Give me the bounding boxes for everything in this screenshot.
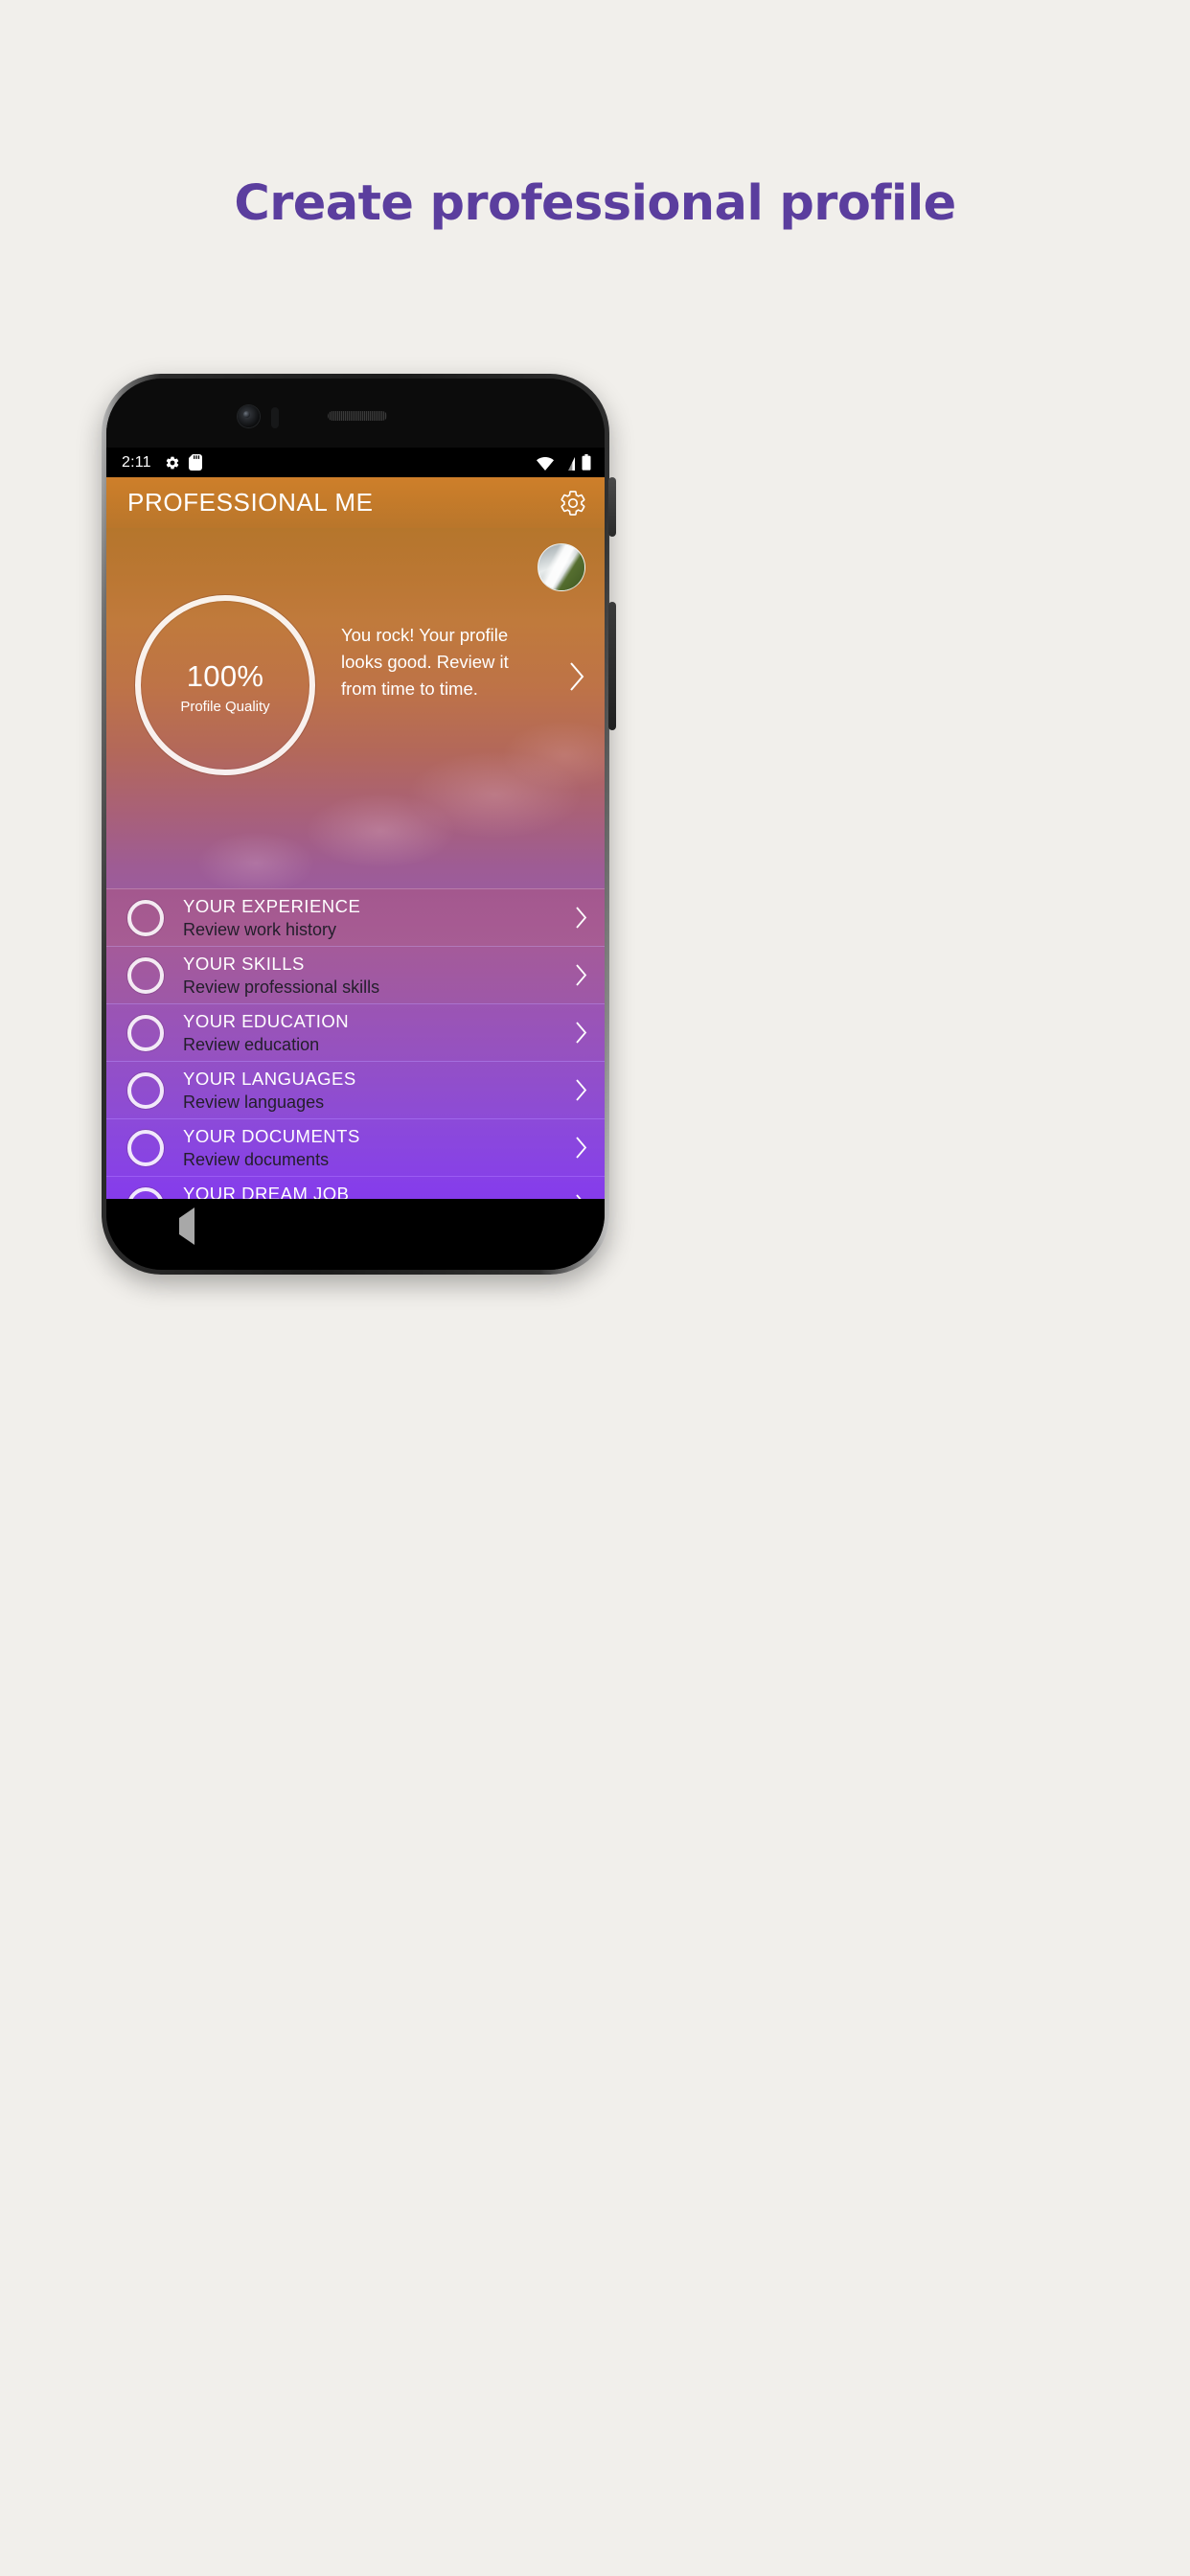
section-status-circle-icon <box>127 1014 164 1051</box>
page-title: Create professional profile <box>234 175 956 232</box>
battery-icon <box>582 454 591 471</box>
status-bar: 2:11 <box>106 448 605 477</box>
android-system-nav <box>106 1199 605 1270</box>
home-icon[interactable] <box>345 1218 366 1239</box>
list-item-title: YOUR EDUCATION <box>183 1010 350 1031</box>
status-bar-clock: 2:11 <box>122 453 151 471</box>
list-item-title: YOUR LANGUAGES <box>183 1068 356 1089</box>
list-item-text: YOUR SKILLS Review professional skills <box>183 953 573 999</box>
chevron-right-icon[interactable] <box>573 1077 589 1103</box>
wifi-icon <box>537 457 554 471</box>
app-bar: PROFESSIONAL ME <box>106 477 605 528</box>
phone-screen: 2:11 PROFESSIONAL ME 100% Profile Qualit… <box>106 448 605 1208</box>
chevron-right-icon[interactable] <box>573 1135 589 1161</box>
recents-icon[interactable] <box>511 1218 532 1239</box>
list-item-subtitle: Review work history <box>183 919 337 939</box>
page-root: Create professional profile 2:11 PROFESS… <box>0 0 1190 2576</box>
phone-top-bezel <box>106 379 605 448</box>
phone-mockup: 2:11 PROFESSIONAL ME 100% Profile Qualit… <box>102 374 616 1275</box>
list-item-subtitle: Review education <box>183 1034 320 1054</box>
signal-icon <box>560 457 576 471</box>
list-item-title: YOUR EXPERIENCE <box>183 895 361 916</box>
profile-hero-panel: 100% Profile Quality You rock! Your prof… <box>106 528 605 888</box>
chevron-right-icon[interactable] <box>573 905 589 931</box>
list-item-text: YOUR EDUCATION Review education <box>183 1010 573 1056</box>
avatar-image <box>538 544 584 590</box>
list-item-title: YOUR SKILLS <box>183 953 305 974</box>
list-item[interactable]: YOUR DOCUMENTS Review documents <box>106 1118 605 1176</box>
avatar[interactable] <box>538 543 585 591</box>
power-button[interactable] <box>608 477 616 537</box>
list-item-text: YOUR DOCUMENTS Review documents <box>183 1125 573 1171</box>
section-status-circle-icon <box>127 1071 164 1109</box>
app-title: PROFESSIONAL ME <box>127 488 374 517</box>
status-bar-system-icons <box>537 454 591 471</box>
chevron-right-icon[interactable] <box>573 1020 589 1046</box>
list-item[interactable]: YOUR EXPERIENCE Review work history <box>106 888 605 946</box>
proximity-sensor-icon <box>271 407 279 428</box>
list-item-text: YOUR EXPERIENCE Review work history <box>183 895 573 941</box>
settings-gear-icon[interactable] <box>559 489 587 518</box>
chevron-right-icon[interactable] <box>566 660 587 693</box>
section-status-circle-icon <box>127 899 164 936</box>
phone-body: 2:11 PROFESSIONAL ME 100% Profile Qualit… <box>106 379 605 1270</box>
earpiece-speaker-icon <box>328 411 387 421</box>
profile-quality-percent: 100% <box>186 659 264 693</box>
list-item-subtitle: Review languages <box>183 1092 325 1112</box>
list-item-subtitle: Review documents <box>183 1149 330 1169</box>
chevron-right-icon[interactable] <box>573 962 589 988</box>
profile-quality-gauge: 100% Profile Quality <box>135 595 315 775</box>
back-icon[interactable] <box>178 1208 200 1245</box>
section-status-circle-icon <box>127 956 164 994</box>
list-item-subtitle: Review professional skills <box>183 977 380 997</box>
list-item-text: YOUR LANGUAGES Review languages <box>183 1068 573 1114</box>
list-item[interactable]: YOUR EDUCATION Review education <box>106 1003 605 1061</box>
volume-button[interactable] <box>608 602 616 730</box>
sd-card-icon <box>188 454 202 471</box>
status-bar-notification-icons <box>165 454 202 471</box>
profile-sections-list: YOUR EXPERIENCE Review work history YOUR… <box>106 888 605 1208</box>
list-item[interactable]: YOUR SKILLS Review professional skills <box>106 946 605 1003</box>
section-status-circle-icon <box>127 1129 164 1166</box>
list-item-title: YOUR DOCUMENTS <box>183 1125 360 1146</box>
list-item[interactable]: YOUR LANGUAGES Review languages <box>106 1061 605 1118</box>
front-camera-icon <box>238 405 260 427</box>
profile-quality-message: You rock! Your profile looks good. Revie… <box>341 625 509 699</box>
gear-icon <box>165 455 180 471</box>
profile-quality-label: Profile Quality <box>180 699 270 715</box>
